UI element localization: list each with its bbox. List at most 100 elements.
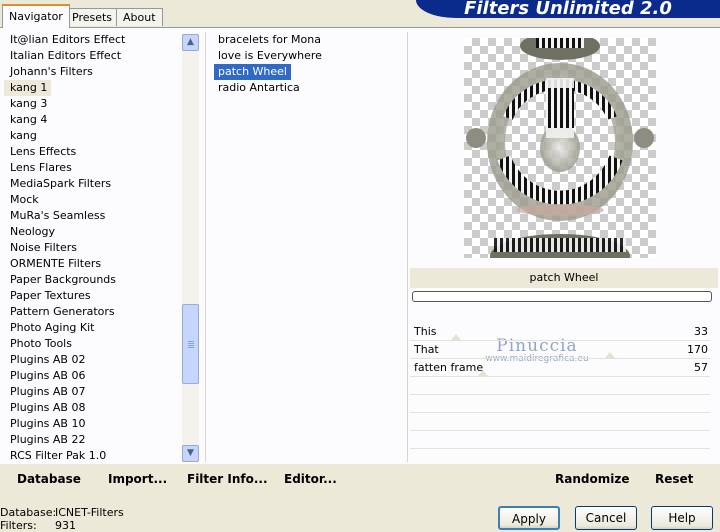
chevron-down-icon: ▼	[187, 448, 194, 458]
category-item[interactable]: kang 1	[4, 80, 180, 96]
preview-image	[464, 38, 656, 258]
category-item[interactable]: Photo Aging Kit	[4, 320, 180, 336]
slider-value: 170	[687, 343, 708, 356]
category-item-label: Johann's Filters	[10, 65, 93, 78]
category-item-label: Plugins AB 08	[10, 401, 86, 414]
category-item[interactable]: ORMENTE Filters	[4, 256, 180, 272]
filter-item[interactable]: patch Wheel	[214, 64, 394, 80]
column-divider	[205, 32, 206, 462]
reset-button[interactable]: Reset	[655, 472, 693, 486]
category-item[interactable]: Noise Filters	[4, 240, 180, 256]
database-button[interactable]: Database	[17, 472, 81, 486]
category-item[interactable]: kang 4	[4, 112, 180, 128]
help-button[interactable]: Help	[651, 506, 713, 530]
database-status-label: Database:	[0, 506, 57, 519]
category-item[interactable]: Paper Backgrounds	[4, 272, 180, 288]
category-item-label: Plugins AB 10	[10, 417, 86, 430]
import-button[interactable]: Import...	[108, 472, 167, 486]
tab-presets[interactable]: Presets	[65, 8, 120, 26]
category-list[interactable]: It@lian Editors Effect Italian Editors Ef…	[4, 32, 180, 460]
category-item-label: Plugins AB 07	[10, 385, 86, 398]
slider-thumb[interactable]	[604, 352, 615, 358]
category-item-label: Paper Textures	[10, 289, 91, 302]
category-item[interactable]: Plugins AB 08	[4, 400, 180, 416]
category-item[interactable]: Neology	[4, 224, 180, 240]
filter-item-label: patch Wheel	[214, 64, 291, 80]
filter-list[interactable]: bracelets for Mona love is Everywhere patc…	[214, 32, 394, 460]
slider-thumb[interactable]	[451, 334, 461, 340]
category-item-label: Plugins AB 02	[10, 353, 86, 366]
category-item-label: Paper Backgrounds	[10, 273, 117, 286]
database-status-value: ICNET-Filters	[55, 506, 124, 519]
category-item-label: MuRa's Seamless	[10, 209, 106, 222]
scroll-up-button[interactable]: ▲	[182, 34, 199, 51]
tab-navigator[interactable]: Navigator	[2, 4, 70, 28]
category-item-label: ORMENTE Filters	[10, 257, 102, 270]
progress-bar	[412, 291, 712, 302]
apply-button[interactable]: Apply	[498, 506, 560, 530]
category-item-label: kang 1	[4, 80, 52, 96]
status-info: Database:ICNET-Filters Filters: 931	[0, 506, 124, 532]
filter-item[interactable]: bracelets for Mona	[214, 32, 394, 48]
randomize-button[interactable]: Randomize	[555, 472, 629, 486]
category-item[interactable]: RCS Filter Pak 1.0	[4, 448, 180, 460]
category-item[interactable]: Johann's Filters	[4, 64, 180, 80]
patch-wheel-preview-art	[466, 38, 654, 258]
category-item-label: kang	[10, 129, 37, 142]
category-item-label: Plugins AB 06	[10, 369, 86, 382]
slider-that[interactable]: That 170	[410, 341, 710, 359]
empty-slider-row	[410, 395, 710, 413]
category-item[interactable]: Lens Effects	[4, 144, 180, 160]
category-item-label: Pattern Generators	[10, 305, 115, 318]
tab-bar: Navigator Presets About Filters Unlimite…	[0, 0, 720, 28]
category-item[interactable]: Italian Editors Effect	[4, 48, 180, 64]
preview-filter-name: patch Wheel	[410, 268, 718, 288]
category-scrollbar[interactable]: ▲ ▼	[182, 34, 199, 462]
tab-about[interactable]: About	[116, 8, 163, 26]
filter-item[interactable]: love is Everywhere	[214, 48, 394, 64]
column-divider	[407, 32, 408, 462]
filter-info-button[interactable]: Filter Info...	[187, 472, 268, 486]
slider-value: 57	[694, 361, 708, 374]
scroll-thumb[interactable]	[182, 304, 199, 384]
slider-label: fatten frame	[414, 361, 484, 374]
editor-button[interactable]: Editor...	[284, 472, 337, 486]
slider-value: 33	[694, 325, 708, 338]
category-item[interactable]: It@lian Editors Effect	[4, 32, 180, 48]
category-item[interactable]: Photo Tools	[4, 336, 180, 352]
category-item[interactable]: kang 3	[4, 96, 180, 112]
category-item[interactable]: MediaSpark Filters	[4, 176, 180, 192]
filters-count-label: Filters:	[0, 519, 37, 532]
filters-count-value: 931	[55, 519, 76, 532]
action-bar: Database Import... Filter Info... Editor…	[0, 464, 720, 496]
category-item[interactable]: Plugins AB 10	[4, 416, 180, 432]
scroll-down-button[interactable]: ▼	[182, 445, 199, 462]
category-item-label: MediaSpark Filters	[10, 177, 112, 190]
slider-this[interactable]: This 33	[410, 323, 710, 341]
filter-item[interactable]: radio Antartica	[214, 80, 394, 96]
category-item-label: Mock	[10, 193, 39, 206]
category-item-label: Lens Effects	[10, 145, 77, 158]
category-item[interactable]: Mock	[4, 192, 180, 208]
category-item-label: It@lian Editors Effect	[10, 33, 126, 46]
category-item[interactable]: kang	[4, 128, 180, 144]
slider-fatten-frame[interactable]: fatten frame 57	[410, 359, 710, 377]
category-item[interactable]: Lens Flares	[4, 160, 180, 176]
category-item[interactable]: Plugins AB 07	[4, 384, 180, 400]
empty-slider-row	[410, 413, 710, 431]
filter-item-label: bracelets for Mona	[218, 33, 321, 46]
category-item[interactable]: Plugins AB 02	[4, 352, 180, 368]
category-item[interactable]: Plugins AB 22	[4, 432, 180, 448]
slider-label: That	[414, 343, 439, 356]
grip-icon	[188, 341, 194, 342]
category-item[interactable]: Pattern Generators	[4, 304, 180, 320]
navigator-panel: It@lian Editors Effect Italian Editors Ef…	[0, 27, 720, 465]
filter-item-label: love is Everywhere	[218, 49, 322, 62]
category-item[interactable]: Plugins AB 06	[4, 368, 180, 384]
category-item[interactable]: MuRa's Seamless	[4, 208, 180, 224]
category-item-label: Neology	[10, 225, 56, 238]
category-item-label: Italian Editors Effect	[10, 49, 122, 62]
app-title-banner: Filters Unlimited 2.0	[416, 0, 720, 18]
category-item[interactable]: Paper Textures	[4, 288, 180, 304]
cancel-button[interactable]: Cancel	[575, 506, 637, 530]
